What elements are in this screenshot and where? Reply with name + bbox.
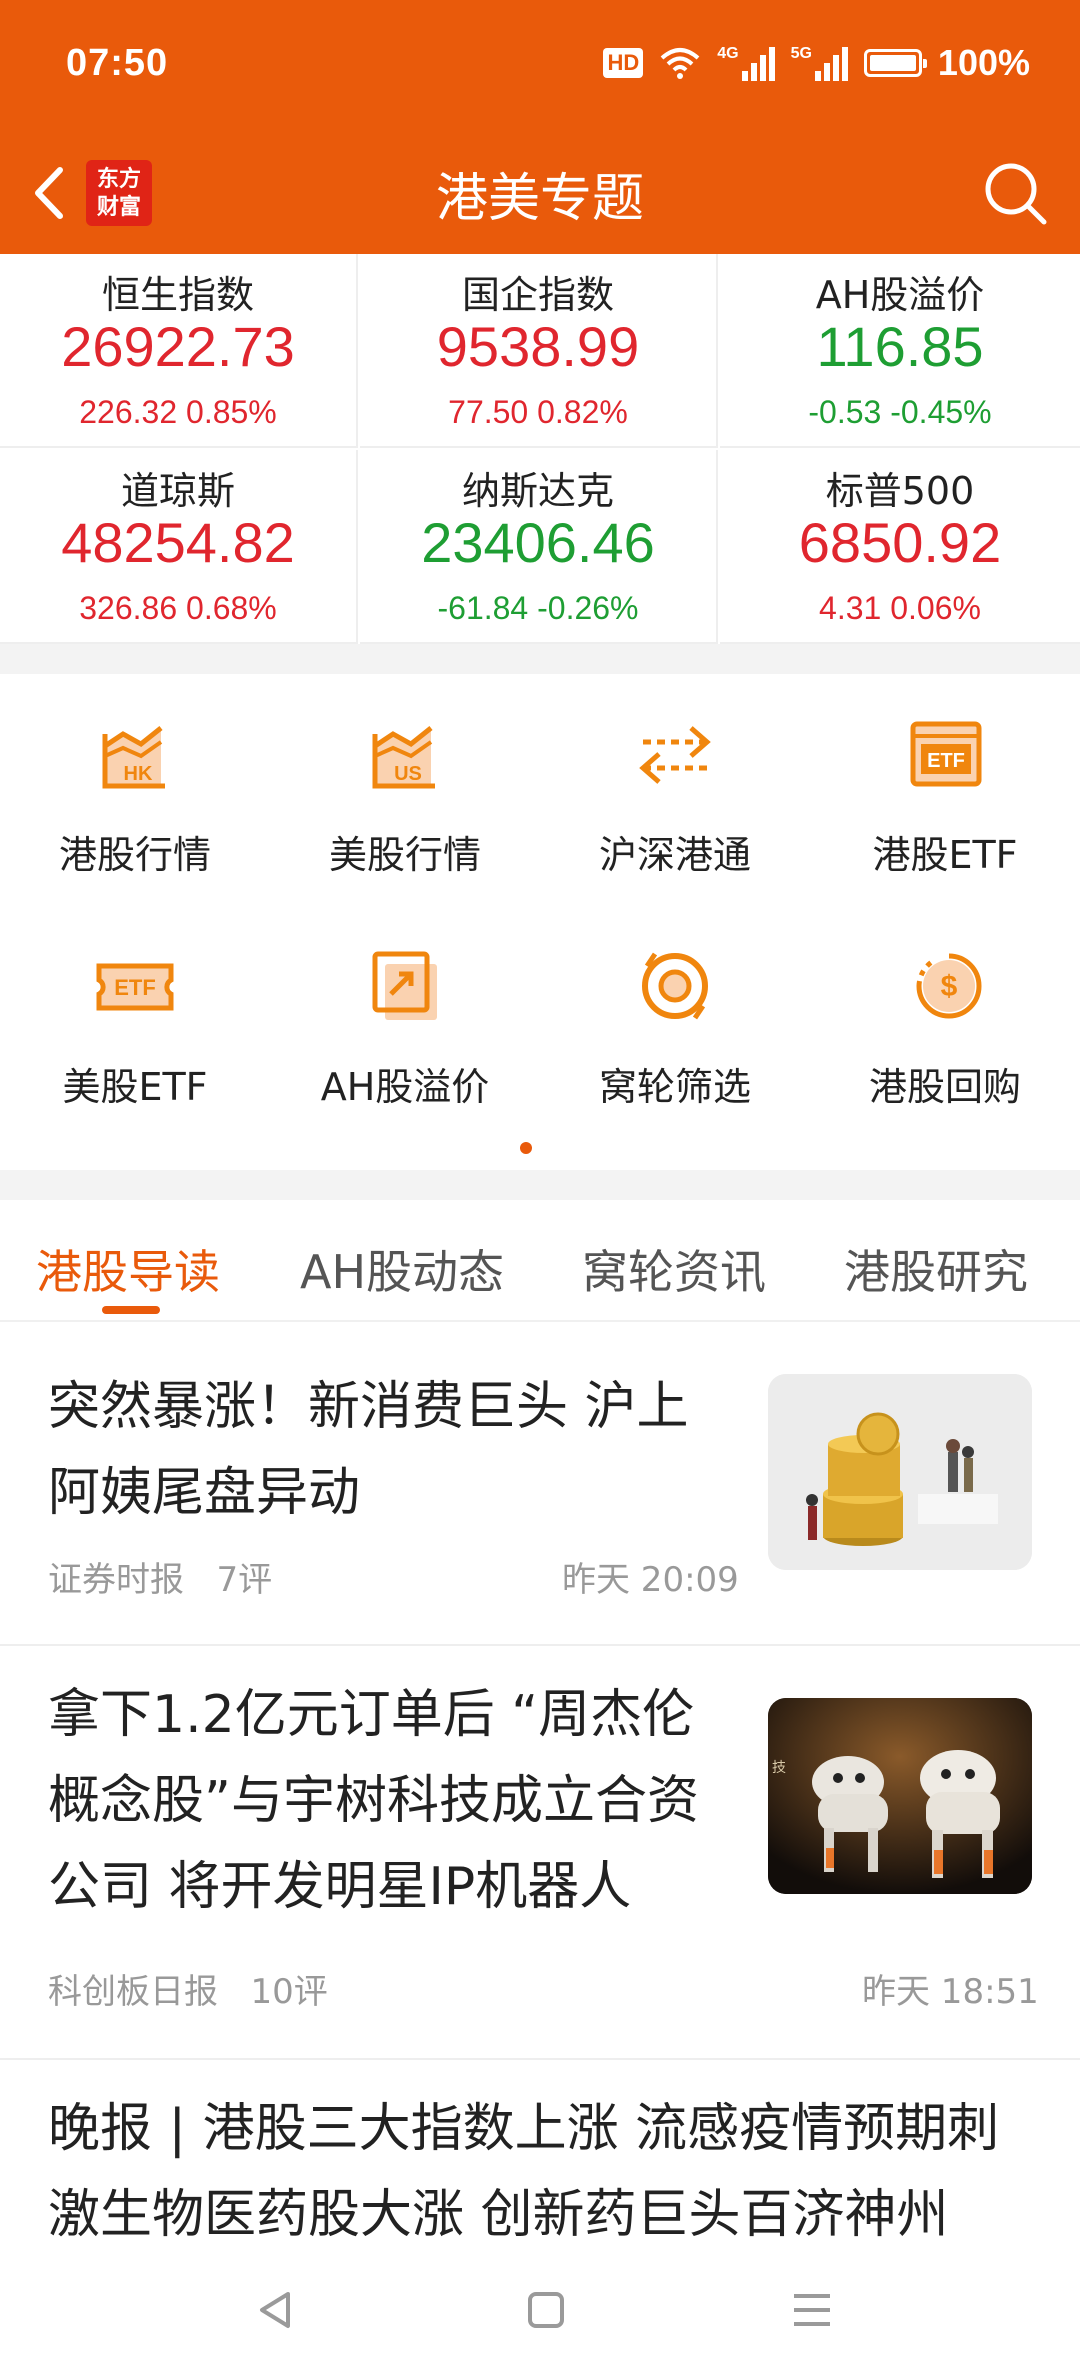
hk-chart-icon: HK	[102, 726, 165, 789]
battery-percent: 100%	[937, 42, 1030, 83]
index-change: -0.53 -0.45%	[808, 394, 992, 430]
warrant-filter-icon	[642, 952, 708, 1020]
us-chart-icon: US	[372, 726, 435, 789]
news-thumbnail: 技	[768, 1698, 1032, 1894]
news-thumbnail	[768, 1374, 1032, 1570]
svg-text:HK: HK	[124, 763, 153, 785]
quick-ah-premium[interactable]: AH股溢价	[270, 906, 540, 1126]
nav-home-icon[interactable]	[516, 2280, 576, 2340]
status-time: 07:50	[66, 42, 169, 84]
index-value: 23406.46	[421, 511, 655, 574]
news-source: 证券时报 7评	[48, 1560, 273, 1600]
index-value: 116.85	[816, 315, 984, 378]
index-card-ah-premium[interactable]: AH股溢价 116.85 -0.53 -0.45%	[720, 254, 1080, 448]
tab-ah-news[interactable]: AH股动态	[300, 1236, 504, 1302]
quick-hk-etf[interactable]: ETF 港股ETF	[810, 674, 1080, 894]
quick-hk-market[interactable]: HK 港股行情	[0, 674, 270, 894]
system-nav-bar	[0, 2240, 1080, 2376]
svg-text:ETF: ETF	[927, 750, 965, 772]
nav-back-icon[interactable]	[246, 2280, 306, 2340]
nav-menu-icon[interactable]	[782, 2280, 842, 2340]
battery-icon	[863, 49, 927, 77]
index-card-hsi[interactable]: 恒生指数 26922.73 226.32 0.85%	[0, 254, 358, 448]
etf-ticket-icon: ETF	[96, 963, 174, 1011]
svg-text:ETF: ETF	[114, 975, 156, 1000]
news-source: 科创板日报 10评	[48, 1972, 328, 2012]
news-tabs: 港股导读 AH股动态 窝轮资讯 港股研究	[0, 1200, 1080, 1322]
quick-entry-grid: HK 港股行情 US 美股行情 沪深港通 ETF 港股ETF ETF 美股ETF…	[0, 674, 1080, 1170]
index-change: -61.84 -0.26%	[437, 590, 639, 626]
active-tab-indicator	[102, 1306, 160, 1314]
wifi-icon	[660, 48, 700, 79]
status-bar: 07:50 HD 4G 5G 100%	[0, 0, 1080, 120]
news-headline: 拿下1.2亿元订单后 “周杰伦概念股”与宇树科技成立合资公司 将开发明星IP机器…	[48, 1685, 699, 1917]
quick-warrant-filter[interactable]: 窝轮筛选	[540, 906, 810, 1126]
top-bar: 东方 财富 港美专题	[0, 130, 1080, 254]
quick-us-market[interactable]: US 美股行情	[270, 674, 540, 894]
svg-text:US: US	[394, 763, 422, 785]
index-value: 6850.92	[798, 511, 1002, 574]
tab-hk-guide[interactable]: 港股导读	[36, 1236, 220, 1302]
status-icons: HD 4G 5G 100%	[603, 38, 1030, 88]
svg-text:$: $	[941, 970, 958, 1003]
index-card-dow[interactable]: 道琼斯 48254.82 326.86 0.68%	[0, 450, 358, 644]
signal-5g-icon: 5G	[791, 45, 848, 81]
etf-icon: ETF	[910, 721, 982, 787]
tab-warrant-news[interactable]: 窝轮资讯	[582, 1236, 766, 1302]
index-change: 4.31 0.06%	[819, 590, 981, 626]
index-value: 48254.82	[61, 511, 295, 574]
news-headline: 突然暴涨！新消费巨头 沪上阿姨尾盘异动	[48, 1377, 689, 1523]
index-change: 77.50 0.82%	[448, 394, 628, 430]
hd-icon: HD	[603, 48, 644, 78]
news-item[interactable]: 突然暴涨！新消费巨头 沪上阿姨尾盘异动 证券时报 7评 昨天 20:09	[0, 1322, 1080, 1646]
news-item[interactable]: 拿下1.2亿元订单后 “周杰伦概念股”与宇树科技成立合资公司 将开发明星IP机器…	[0, 1646, 1080, 2060]
section-divider	[0, 644, 1080, 674]
section-divider	[0, 1170, 1080, 1200]
index-card-nasdaq[interactable]: 纳斯达克 23406.46 -61.84 -0.26%	[360, 450, 718, 644]
index-value: 26922.73	[61, 315, 295, 378]
index-change: 326.86 0.68%	[79, 590, 277, 626]
news-time: 昨天 18:51	[862, 1972, 1039, 2012]
news-time: 昨天 20:09	[562, 1560, 739, 1600]
signal-4g-icon: 4G	[717, 45, 775, 81]
svg-text:技: 技	[772, 1760, 786, 1776]
page-title: 港美专题	[435, 169, 644, 229]
news-item[interactable]: 晚报 | 港股三大指数上涨 流感疫情预期刺激生物医药股大涨 创新药巨头百济神州	[0, 2060, 1080, 2240]
index-change: 226.32 0.85%	[79, 394, 277, 430]
page-indicator	[520, 1142, 532, 1154]
quick-us-etf[interactable]: ETF 美股ETF	[0, 906, 270, 1126]
premium-icon	[372, 951, 437, 1020]
buyback-icon: $	[916, 953, 982, 1019]
tab-hk-research[interactable]: 港股研究	[844, 1236, 1028, 1302]
search-icon[interactable]	[980, 158, 1050, 228]
quick-hk-buyback[interactable]: $ 港股回购	[810, 906, 1080, 1126]
news-headline: 晚报 | 港股三大指数上涨 流感疫情预期刺激生物医药股大涨 创新药巨头百济神州	[48, 2099, 1000, 2240]
index-card-sp500[interactable]: 标普500 6850.92 4.31 0.06%	[720, 450, 1080, 644]
market-index-grid: 恒生指数 26922.73 226.32 0.85% 国企指数 9538.99 …	[0, 254, 1080, 644]
app-header: 07:50 HD 4G 5G 100% 东方 财富 港美专题	[0, 0, 1080, 254]
exchange-arrows-icon	[639, 726, 711, 784]
index-card-hscei[interactable]: 国企指数 9538.99 77.50 0.82%	[360, 254, 718, 448]
quick-connect[interactable]: 沪深港通	[540, 674, 810, 894]
index-value: 9538.99	[436, 315, 640, 378]
